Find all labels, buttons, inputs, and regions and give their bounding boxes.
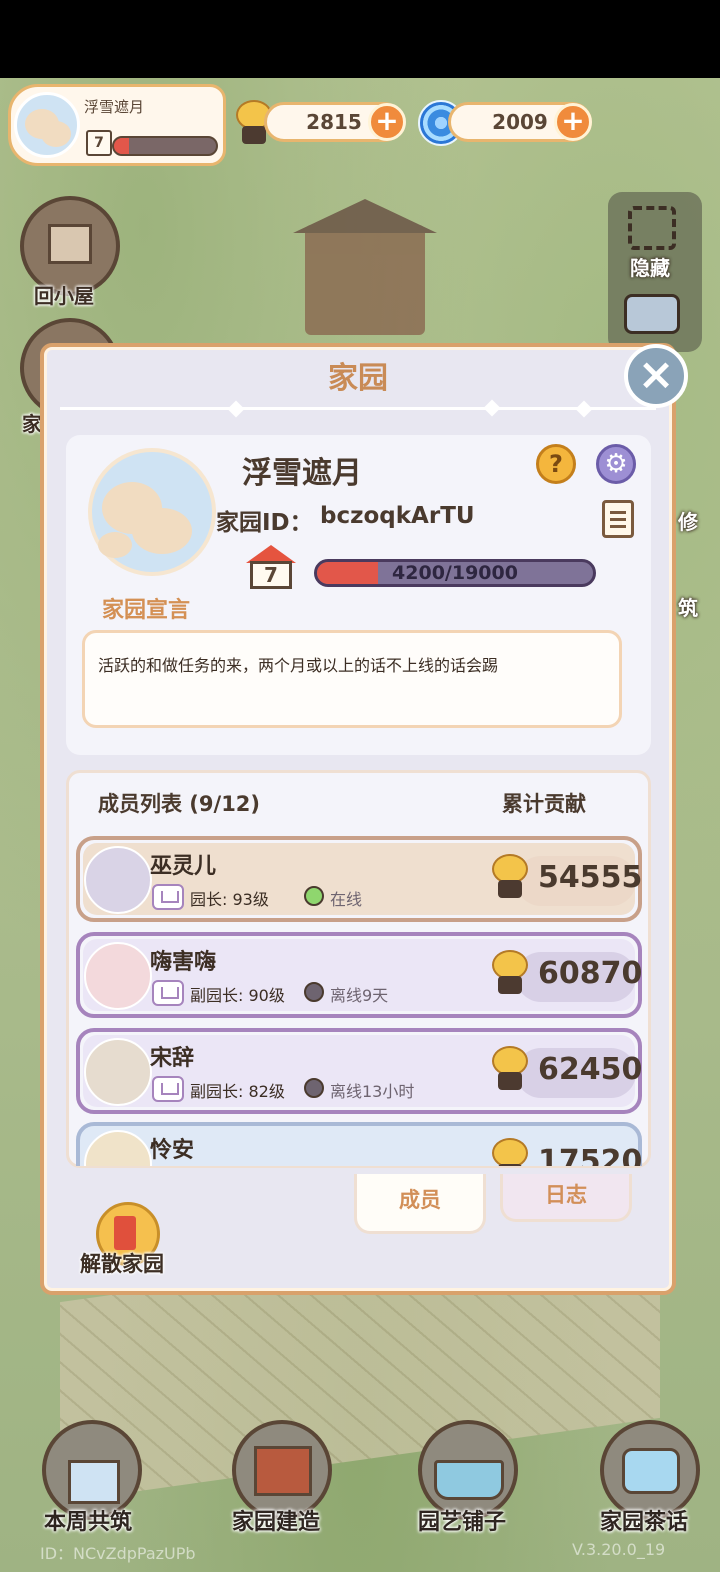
close-button[interactable]: × bbox=[624, 344, 688, 408]
gear-icon[interactable]: ⚙ bbox=[596, 444, 636, 484]
back-home-label: 回小屋 bbox=[34, 284, 94, 308]
contribution-header: 累计贡献 bbox=[502, 792, 586, 816]
player-avatar[interactable] bbox=[14, 92, 80, 158]
member-name: 巫灵儿 bbox=[150, 854, 217, 879]
member-name: 宋辞 bbox=[150, 1046, 195, 1071]
add-spiral-gem-button[interactable]: + bbox=[554, 103, 592, 141]
home-name: 浮雪遮月 bbox=[242, 456, 362, 491]
home-construction-label: 家园建造 bbox=[232, 1510, 321, 1535]
member-role: 副园长: 90级 bbox=[190, 986, 285, 1005]
copy-icon[interactable] bbox=[602, 500, 634, 538]
snail-coin-icon bbox=[490, 1038, 530, 1090]
player-level-progress-fill bbox=[114, 138, 130, 154]
background-house bbox=[293, 199, 437, 335]
player-name: 浮雪遮月 bbox=[84, 98, 145, 116]
brick-wall-icon bbox=[254, 1446, 312, 1496]
member-name: 怜安 bbox=[150, 1138, 195, 1163]
snail-coin-icon bbox=[490, 846, 530, 898]
home-level-value: 7 bbox=[250, 561, 292, 589]
home-id-value: bczoqkArTU bbox=[320, 503, 475, 529]
deputy-badge-icon bbox=[152, 1076, 184, 1102]
member-role: 园长: 93级 bbox=[190, 890, 269, 909]
member-contribution: 17520 bbox=[538, 1144, 642, 1166]
offline-status-icon bbox=[304, 982, 324, 1002]
garden-shop-label: 园艺铺子 bbox=[418, 1510, 507, 1535]
tab-log[interactable]: 日志 bbox=[500, 1174, 632, 1222]
version-label: V.3.20.0_19 bbox=[572, 1540, 666, 1559]
member-contribution: 54555 bbox=[538, 860, 643, 895]
player-level-progress bbox=[112, 136, 218, 156]
online-status-icon bbox=[304, 886, 324, 906]
member-name: 嗨害嗨 bbox=[150, 950, 217, 975]
member-status: 离线9天 bbox=[330, 986, 389, 1005]
member-avatar bbox=[84, 1038, 152, 1106]
podium-icon bbox=[68, 1460, 120, 1504]
add-snail-coin-button[interactable]: + bbox=[368, 103, 406, 141]
leader-crown-icon bbox=[152, 884, 184, 910]
snail-coin-icon bbox=[490, 942, 530, 994]
build-label-partial: 筑 bbox=[678, 596, 698, 620]
member-list-title: 成员列表 (9/12) bbox=[98, 792, 261, 816]
flower-basket-icon bbox=[434, 1460, 504, 1500]
account-id: ID：NCvZdpPazUPb bbox=[40, 1544, 196, 1563]
member-status: 在线 bbox=[330, 890, 363, 909]
manifesto-title: 家园宣言 bbox=[102, 598, 191, 623]
member-contribution: 62450 bbox=[538, 1052, 643, 1087]
home-exp-text: 4200/19000 bbox=[392, 562, 518, 584]
home-exp-bar: 4200/19000 bbox=[314, 559, 596, 587]
camera-icon[interactable] bbox=[624, 294, 680, 334]
chat-bubble-icon bbox=[622, 1448, 680, 1494]
repair-label-partial: 修 bbox=[678, 510, 698, 534]
home-chat-label: 家园茶话 bbox=[600, 1510, 689, 1535]
hide-ui-icon[interactable] bbox=[628, 206, 676, 250]
weekly-build-label: 本周共筑 bbox=[44, 1510, 133, 1535]
house-icon bbox=[48, 224, 92, 264]
home-id-label: 家园ID： bbox=[216, 510, 313, 536]
member-role: 副园长: 82级 bbox=[190, 1082, 285, 1101]
title-divider bbox=[60, 407, 656, 410]
snail-coin-icon bbox=[490, 1130, 530, 1166]
member-contribution: 60870 bbox=[538, 956, 643, 991]
member-avatar bbox=[84, 942, 152, 1010]
member-status: 离线13小时 bbox=[330, 1082, 415, 1101]
hide-ui-label: 隐藏 bbox=[630, 256, 670, 280]
manifesto-text: 活跃的和做任务的来，两个月或以上的话不上线的话会踢 bbox=[98, 656, 499, 675]
exit-door-icon bbox=[114, 1216, 136, 1250]
modal-title: 家园 bbox=[328, 361, 388, 396]
tab-members[interactable]: 成员 bbox=[354, 1174, 486, 1234]
member-avatar bbox=[84, 846, 152, 914]
home-garden-label-partial: 家 bbox=[22, 412, 42, 436]
help-icon[interactable]: ? bbox=[536, 444, 576, 484]
home-level-badge: 7 bbox=[246, 545, 296, 589]
manifesto-box bbox=[82, 630, 622, 728]
dissolve-home-label: 解散家园 bbox=[80, 1252, 164, 1276]
member-row-clip: 怜安 17520 bbox=[76, 1122, 642, 1166]
offline-status-icon bbox=[304, 1078, 324, 1098]
player-level-badge: 7 bbox=[86, 130, 112, 156]
deputy-badge-icon bbox=[152, 980, 184, 1006]
home-avatar bbox=[88, 448, 216, 576]
